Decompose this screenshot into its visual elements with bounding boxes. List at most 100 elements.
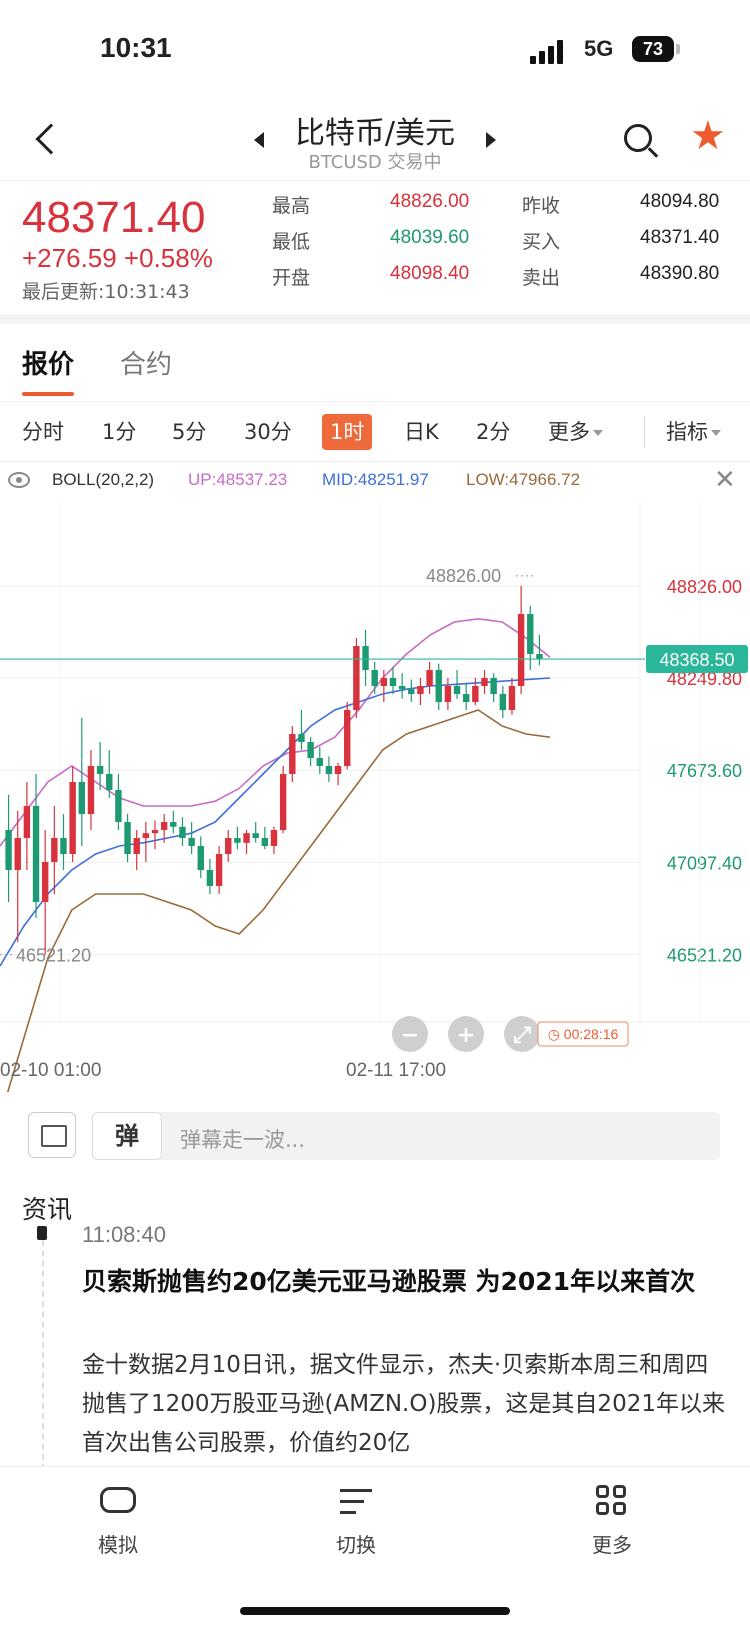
- candle-body: [490, 678, 497, 694]
- bottom-nav-switch[interactable]: 切换: [296, 1483, 416, 1558]
- page-subtitle: BTCUSD 交易中: [308, 152, 442, 173]
- candle-body: [69, 782, 76, 854]
- boll-up-value: UP:48537.23: [188, 470, 288, 489]
- candle-body: [124, 822, 131, 854]
- back-icon[interactable]: [35, 123, 67, 155]
- search-icon[interactable]: [624, 124, 652, 152]
- candle-body: [133, 838, 140, 854]
- candle-body: [499, 694, 507, 710]
- candle-body: [289, 734, 296, 774]
- danmu-badge[interactable]: 弹: [92, 1112, 162, 1160]
- candle-body: [334, 766, 342, 774]
- last-price-label: 48368.50: [659, 650, 734, 670]
- tab-quote[interactable]: 报价: [22, 344, 74, 381]
- news-dot: [37, 1226, 47, 1240]
- candle-body: [307, 742, 314, 758]
- y-tick-label: 48826.00: [667, 577, 742, 597]
- candle-body: [344, 710, 351, 766]
- candle-body: [252, 833, 259, 838]
- bid-label: 买入: [522, 231, 561, 253]
- period-2min[interactable]: 2分: [476, 414, 510, 450]
- section-divider: [0, 314, 750, 324]
- prev-close-value: 48094.80: [640, 191, 720, 212]
- candle-body: [41, 862, 49, 902]
- bottom-nav-more[interactable]: 更多: [552, 1483, 672, 1558]
- candle-body: [106, 774, 113, 790]
- battery-icon: 73: [632, 36, 674, 62]
- candle-body: [261, 838, 269, 846]
- bottom-nav-switch-label: 切换: [336, 1533, 376, 1557]
- period-5min[interactable]: 5分: [172, 414, 206, 450]
- next-symbol-icon[interactable]: [486, 132, 496, 148]
- news-timeline: [42, 1230, 44, 1470]
- danmu-input[interactable]: 弹 弹幕走一波...: [92, 1112, 720, 1160]
- news-title[interactable]: 贝索斯抛售约20亿美元亚马逊股票 为2021年以来首次: [82, 1262, 730, 1302]
- open-label: 开盘: [272, 267, 311, 289]
- home-indicator: [240, 1607, 510, 1615]
- news-header: 资讯: [22, 1195, 73, 1224]
- candle-body: [179, 826, 186, 838]
- ask-label: 卖出: [522, 267, 561, 289]
- bottom-nav: 模拟 切换 更多: [0, 1466, 750, 1625]
- period-day[interactable]: 日K: [404, 414, 439, 450]
- price-change: +276.59 +0.58%: [22, 243, 213, 273]
- candle-body: [243, 833, 250, 843]
- status-time: 10:31: [100, 32, 172, 63]
- candle-body: [380, 678, 388, 686]
- close-icon[interactable]: ✕: [714, 464, 736, 495]
- candle-body: [87, 766, 95, 814]
- x-tick-label: 02-11 17:00: [346, 1060, 446, 1081]
- period-30min[interactable]: 30分: [244, 414, 292, 450]
- candle-body: [472, 686, 479, 702]
- y-tick-label: 47097.40: [667, 853, 742, 873]
- favorite-star-icon[interactable]: ★: [690, 116, 726, 156]
- candle-body: [78, 782, 85, 814]
- period-1min[interactable]: 1分: [102, 414, 136, 450]
- candlestick-chart[interactable]: 48826.0048249.8047673.6047097.4046521.20…: [0, 502, 750, 1092]
- candle-body: [408, 689, 415, 694]
- bottom-nav-more-label: 更多: [592, 1533, 632, 1557]
- eye-icon[interactable]: [8, 472, 30, 488]
- page-title: 比特币/美元: [294, 116, 456, 151]
- period-more[interactable]: 更多: [548, 414, 603, 450]
- candle-body: [197, 846, 204, 870]
- news-body[interactable]: 金十数据2月10日讯，据文件显示，杰夫·贝索斯本周三和周四抛售了1200万股亚马…: [82, 1346, 730, 1464]
- tab-contract[interactable]: 合约: [120, 344, 172, 381]
- period-1hour[interactable]: 1时: [322, 414, 373, 450]
- x-tick-label: 02-10 01:00: [0, 1060, 101, 1081]
- nav-bar: 比特币/美元 BTCUSD 交易中 ★: [0, 100, 750, 180]
- period-timeshare[interactable]: 分时: [22, 414, 64, 450]
- prev-close-label: 昨收: [522, 195, 561, 217]
- candle-body: [426, 670, 433, 686]
- last-updated: 最后更新:10:31:43: [22, 281, 190, 303]
- candle-body: [160, 822, 168, 830]
- open-value: 48098.40: [390, 263, 470, 284]
- candle-body: [371, 670, 378, 686]
- candle-body: [170, 822, 177, 827]
- period-more-label: 更多: [548, 420, 590, 444]
- danmu-placeholder: 弹幕走一波...: [180, 1128, 306, 1152]
- zoom-out-icon-glyph: −: [401, 1023, 419, 1048]
- candle-body: [23, 806, 31, 838]
- danmu-toggle-icon[interactable]: [28, 1112, 76, 1158]
- candle-body: [60, 838, 67, 854]
- candle-body: [215, 854, 223, 886]
- min-marker-label: 46521.20: [16, 946, 91, 966]
- indicator-menu[interactable]: 指标: [666, 414, 721, 450]
- bottom-nav-simulate[interactable]: 模拟: [58, 1483, 178, 1558]
- candle-body: [517, 614, 525, 686]
- low-label: 最低: [272, 231, 311, 253]
- quote-panel: 48371.40 +276.59 +0.58% 最后更新:10:31:43 最高…: [0, 180, 750, 310]
- candle-body: [234, 838, 241, 843]
- news-time: 11:08:40: [82, 1222, 167, 1247]
- battery-tip: [676, 44, 680, 54]
- candle-body: [353, 646, 360, 710]
- candle-body: [527, 614, 534, 654]
- candle-body: [453, 686, 461, 694]
- zoom-in-icon-glyph: +: [457, 1023, 475, 1048]
- candle-body: [32, 806, 40, 902]
- network-type: 5G: [584, 36, 614, 61]
- candle-body: [389, 678, 397, 686]
- prev-symbol-icon[interactable]: [254, 132, 264, 148]
- candle-body: [5, 830, 12, 870]
